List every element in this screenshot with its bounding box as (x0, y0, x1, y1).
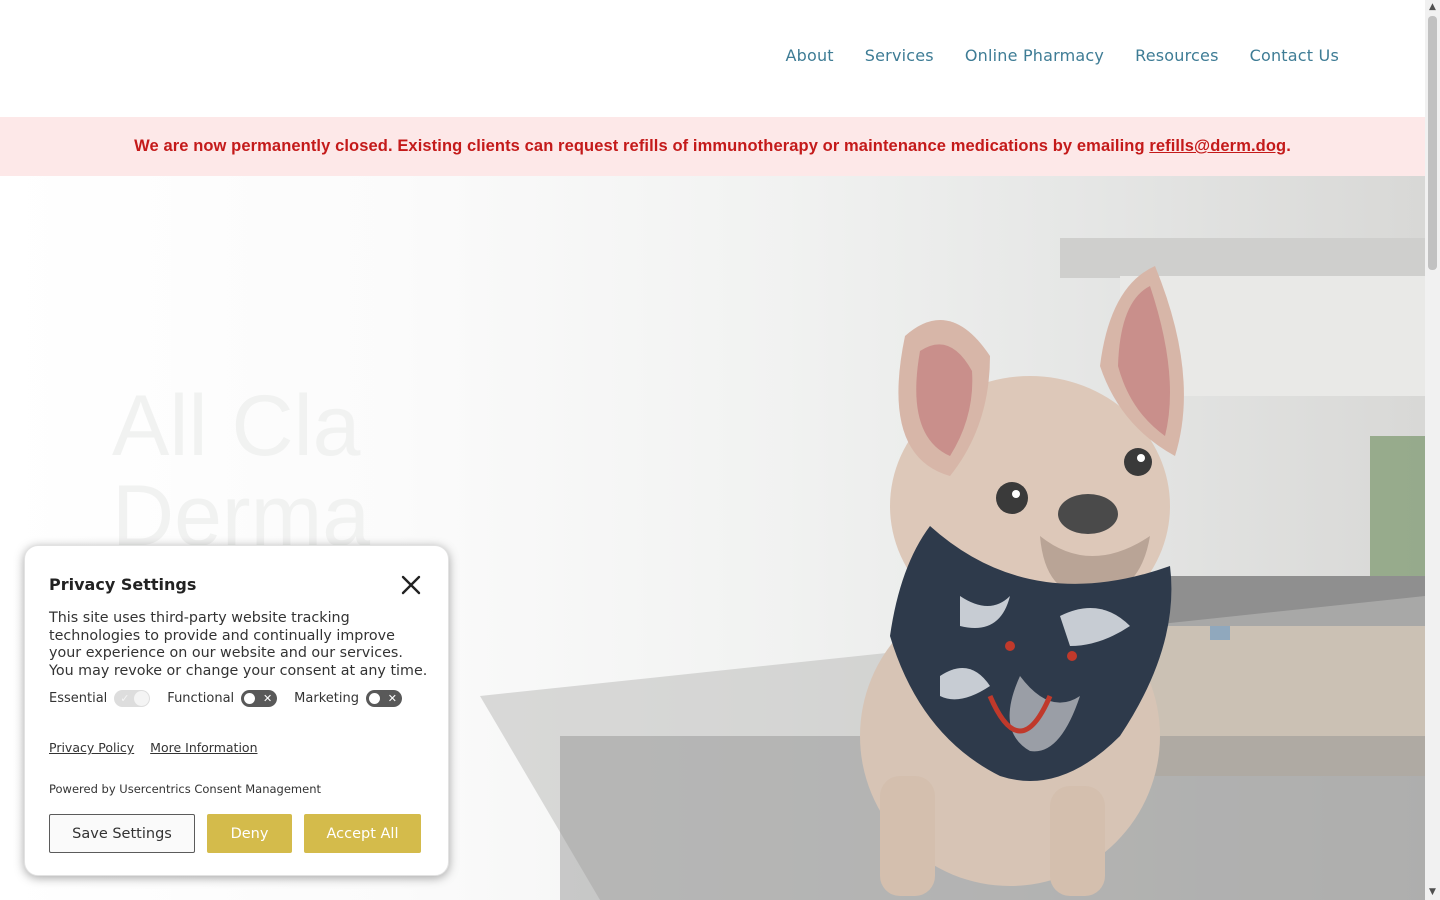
privacy-settings-dialog: Privacy Settings This site uses third-pa… (24, 545, 449, 876)
page-scrollbar[interactable]: ▲ ▼ (1425, 0, 1440, 900)
close-icon[interactable] (399, 573, 423, 597)
privacy-description: This site uses third-party website track… (49, 610, 428, 679)
essential-switch: ✓ (114, 690, 151, 707)
toggle-functional-label: Functional (167, 691, 235, 706)
consent-toggles: Essential ✓ Functional ✕ Marketing ✕ (49, 690, 419, 707)
nav-link-resources[interactable]: Resources (1135, 46, 1219, 65)
privacy-links: Privacy Policy More Information (49, 740, 270, 755)
toggle-marketing-label: Marketing (294, 691, 359, 706)
closure-banner: We are now permanently closed. Existing … (0, 117, 1425, 176)
closure-banner-message: We are now permanently closed. Existing … (134, 137, 1291, 156)
powered-by-text: Powered by Usercentrics Consent Manageme… (49, 782, 321, 796)
toggle-essential-label: Essential (49, 691, 108, 706)
scrollbar-thumb[interactable] (1428, 16, 1437, 270)
banner-text: We are now permanently closed. Existing … (134, 137, 1150, 155)
nav-link-about[interactable]: About (785, 46, 833, 65)
main-nav: About Services Online Pharmacy Resources… (785, 46, 1339, 65)
privacy-settings-title: Privacy Settings (49, 575, 197, 594)
banner-suffix: . (1286, 137, 1291, 155)
nav-link-services[interactable]: Services (865, 46, 934, 65)
accept-all-button[interactable]: Accept All (304, 814, 421, 853)
marketing-switch[interactable]: ✕ (365, 690, 402, 707)
privacy-policy-link[interactable]: Privacy Policy (49, 740, 134, 755)
deny-button[interactable]: Deny (207, 814, 292, 853)
x-mark-icon: ✕ (262, 692, 273, 705)
x-mark-icon: ✕ (387, 692, 397, 705)
site-header: About Services Online Pharmacy Resources… (0, 0, 1425, 117)
scroll-down-arrow-icon[interactable]: ▼ (1425, 885, 1440, 900)
toggle-marketing: Marketing ✕ (294, 690, 402, 707)
refills-email-link[interactable]: refills@derm.dog (1149, 137, 1286, 155)
functional-switch[interactable]: ✕ (241, 690, 278, 707)
check-icon: ✓ (120, 692, 130, 705)
toggle-functional: Functional ✕ (167, 690, 278, 707)
save-settings-button[interactable]: Save Settings (49, 814, 195, 853)
scroll-up-arrow-icon[interactable]: ▲ (1425, 0, 1440, 15)
nav-link-contact-us[interactable]: Contact Us (1250, 46, 1339, 65)
toggle-essential: Essential ✓ (49, 690, 151, 707)
more-information-link[interactable]: More Information (150, 740, 257, 755)
nav-link-online-pharmacy[interactable]: Online Pharmacy (965, 46, 1104, 65)
